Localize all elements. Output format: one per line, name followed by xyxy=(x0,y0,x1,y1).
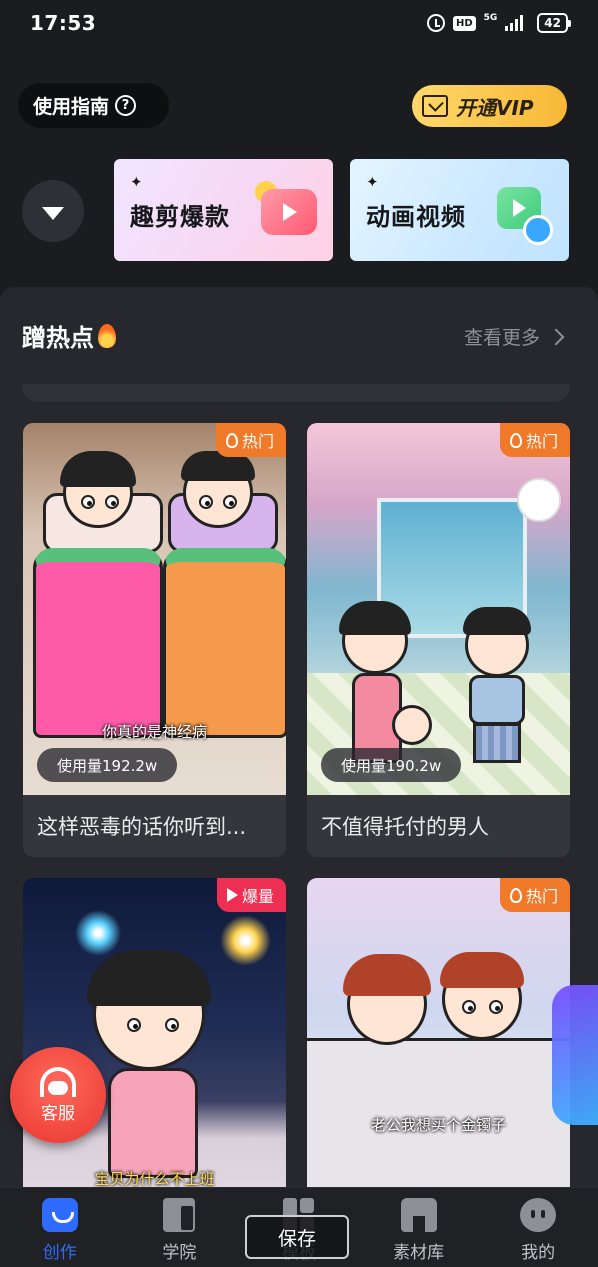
tab-material-library[interactable]: 素材库 xyxy=(359,1188,479,1267)
tab-label: 我的 xyxy=(521,1243,556,1263)
alarm-icon xyxy=(426,14,445,32)
status-icons: HD 5G 42 xyxy=(426,13,571,33)
video-thumbnail: 热门 使用量190.2w xyxy=(307,423,570,795)
tab-label: 学院 xyxy=(162,1243,197,1263)
usage-count: 使用量192.2w xyxy=(37,748,178,782)
badge-label: 热门 xyxy=(241,432,274,451)
video-card[interactable]: 热门 使用量190.2w 不值得托付的男人 xyxy=(307,423,570,857)
eye xyxy=(462,1000,476,1014)
feature-card-label: 动画视频 xyxy=(366,203,466,231)
usage-count: 使用量190.2w xyxy=(321,748,462,782)
eye xyxy=(105,495,119,509)
eye xyxy=(127,1018,141,1032)
flame-icon xyxy=(225,432,238,448)
blanket-pink xyxy=(33,548,163,738)
eye xyxy=(165,1018,179,1032)
tab-label: 素材库 xyxy=(393,1243,445,1263)
eye xyxy=(223,495,237,509)
caret-down-icon xyxy=(42,206,64,220)
play-icon xyxy=(226,888,238,902)
tab-create[interactable]: 创作 xyxy=(0,1188,120,1267)
flame-icon xyxy=(509,887,522,903)
hd-badge: HD xyxy=(452,15,476,31)
firework-left xyxy=(73,908,123,958)
status-time: 17:53 xyxy=(30,11,97,35)
vip-button[interactable]: 开通VIP xyxy=(412,85,567,127)
eye xyxy=(81,495,95,509)
help-icon: ? xyxy=(115,95,137,116)
feature-card-label: 趣剪爆款 xyxy=(130,203,230,231)
flame-icon xyxy=(509,432,522,448)
divider-strip xyxy=(22,384,570,402)
firework-right xyxy=(218,913,273,968)
hot-badge: 热门 xyxy=(499,423,570,457)
status-bar: 17:53 HD 5G 42 xyxy=(0,0,598,46)
sparkle-icon: ✦ xyxy=(130,173,143,191)
crown-icon xyxy=(422,95,448,117)
feature-card-donghua[interactable]: ✦ 动画视频 xyxy=(350,159,569,261)
hot-badge: 热门 xyxy=(499,878,570,912)
body xyxy=(108,1068,198,1178)
feature-card-quji[interactable]: ✦ 趣剪爆款 xyxy=(114,159,333,261)
video-subtitle: 宝贝为什么不上班 xyxy=(94,1170,215,1188)
section-title-text: 蹭热点 xyxy=(22,324,94,352)
hair xyxy=(87,950,211,1006)
hot-badge: 热门 xyxy=(215,423,286,457)
vip-label: 开通VIP xyxy=(456,95,534,120)
headset-icon xyxy=(40,1066,76,1097)
shirt xyxy=(469,675,525,725)
badge-label: 热门 xyxy=(525,887,558,906)
store-icon xyxy=(400,1198,437,1232)
customer-service-button[interactable]: 客服 xyxy=(10,1047,106,1143)
shorts xyxy=(473,723,521,763)
video-title: 这样恶毒的话你听到... xyxy=(37,815,247,839)
tab-label: 创作 xyxy=(42,1243,77,1263)
video-camera-icon xyxy=(261,189,317,235)
tab-profile[interactable]: 我的 xyxy=(478,1188,598,1267)
academy-icon xyxy=(163,1198,196,1232)
video-subtitle: 你真的是神经病 xyxy=(101,723,207,741)
save-button[interactable]: 保存 xyxy=(245,1215,349,1259)
badge-label: 热门 xyxy=(525,432,558,451)
blanket-orange xyxy=(163,548,286,738)
video-card[interactable]: 你真的是神经病 热门 使用量192.2w 这样恶毒的话你听到... xyxy=(23,423,286,857)
battery-indicator: 42 xyxy=(537,13,571,33)
hair xyxy=(343,954,431,996)
create-icon xyxy=(41,1198,78,1232)
network-label: 5G xyxy=(483,13,498,23)
guide-label: 使用指南 xyxy=(33,96,110,118)
customer-service-label: 客服 xyxy=(41,1103,75,1124)
eye xyxy=(199,495,213,509)
chevron-right-icon xyxy=(547,328,565,345)
boost-badge: 爆量 xyxy=(216,878,286,912)
chat-bubble-icon xyxy=(523,215,553,245)
fire-icon xyxy=(98,323,116,348)
hair xyxy=(463,607,531,635)
video-subtitle: 老公我想买个金镯子 xyxy=(370,1116,506,1134)
expand-dropdown-button[interactable] xyxy=(22,180,84,242)
badge-label: 爆量 xyxy=(241,887,274,906)
tab-academy[interactable]: 学院 xyxy=(120,1188,240,1267)
bunny-decoration xyxy=(517,478,561,522)
eye xyxy=(489,1000,503,1014)
signal-icon xyxy=(505,15,524,31)
see-more-link[interactable]: 查看更多 xyxy=(463,323,565,350)
side-promo-banner[interactable] xyxy=(552,985,598,1125)
hair xyxy=(60,451,136,487)
video-title: 不值得托付的男人 xyxy=(321,815,489,839)
profile-icon xyxy=(520,1198,557,1232)
character-child xyxy=(392,705,432,745)
hair xyxy=(440,952,524,988)
video-thumbnail: 你真的是神经病 热门 使用量192.2w xyxy=(23,423,286,795)
see-more-label: 查看更多 xyxy=(463,327,540,349)
sparkle-icon: ✦ xyxy=(366,173,379,191)
guide-button[interactable]: 使用指南 ? xyxy=(18,83,169,128)
section-title: 蹭热点 xyxy=(22,318,116,353)
